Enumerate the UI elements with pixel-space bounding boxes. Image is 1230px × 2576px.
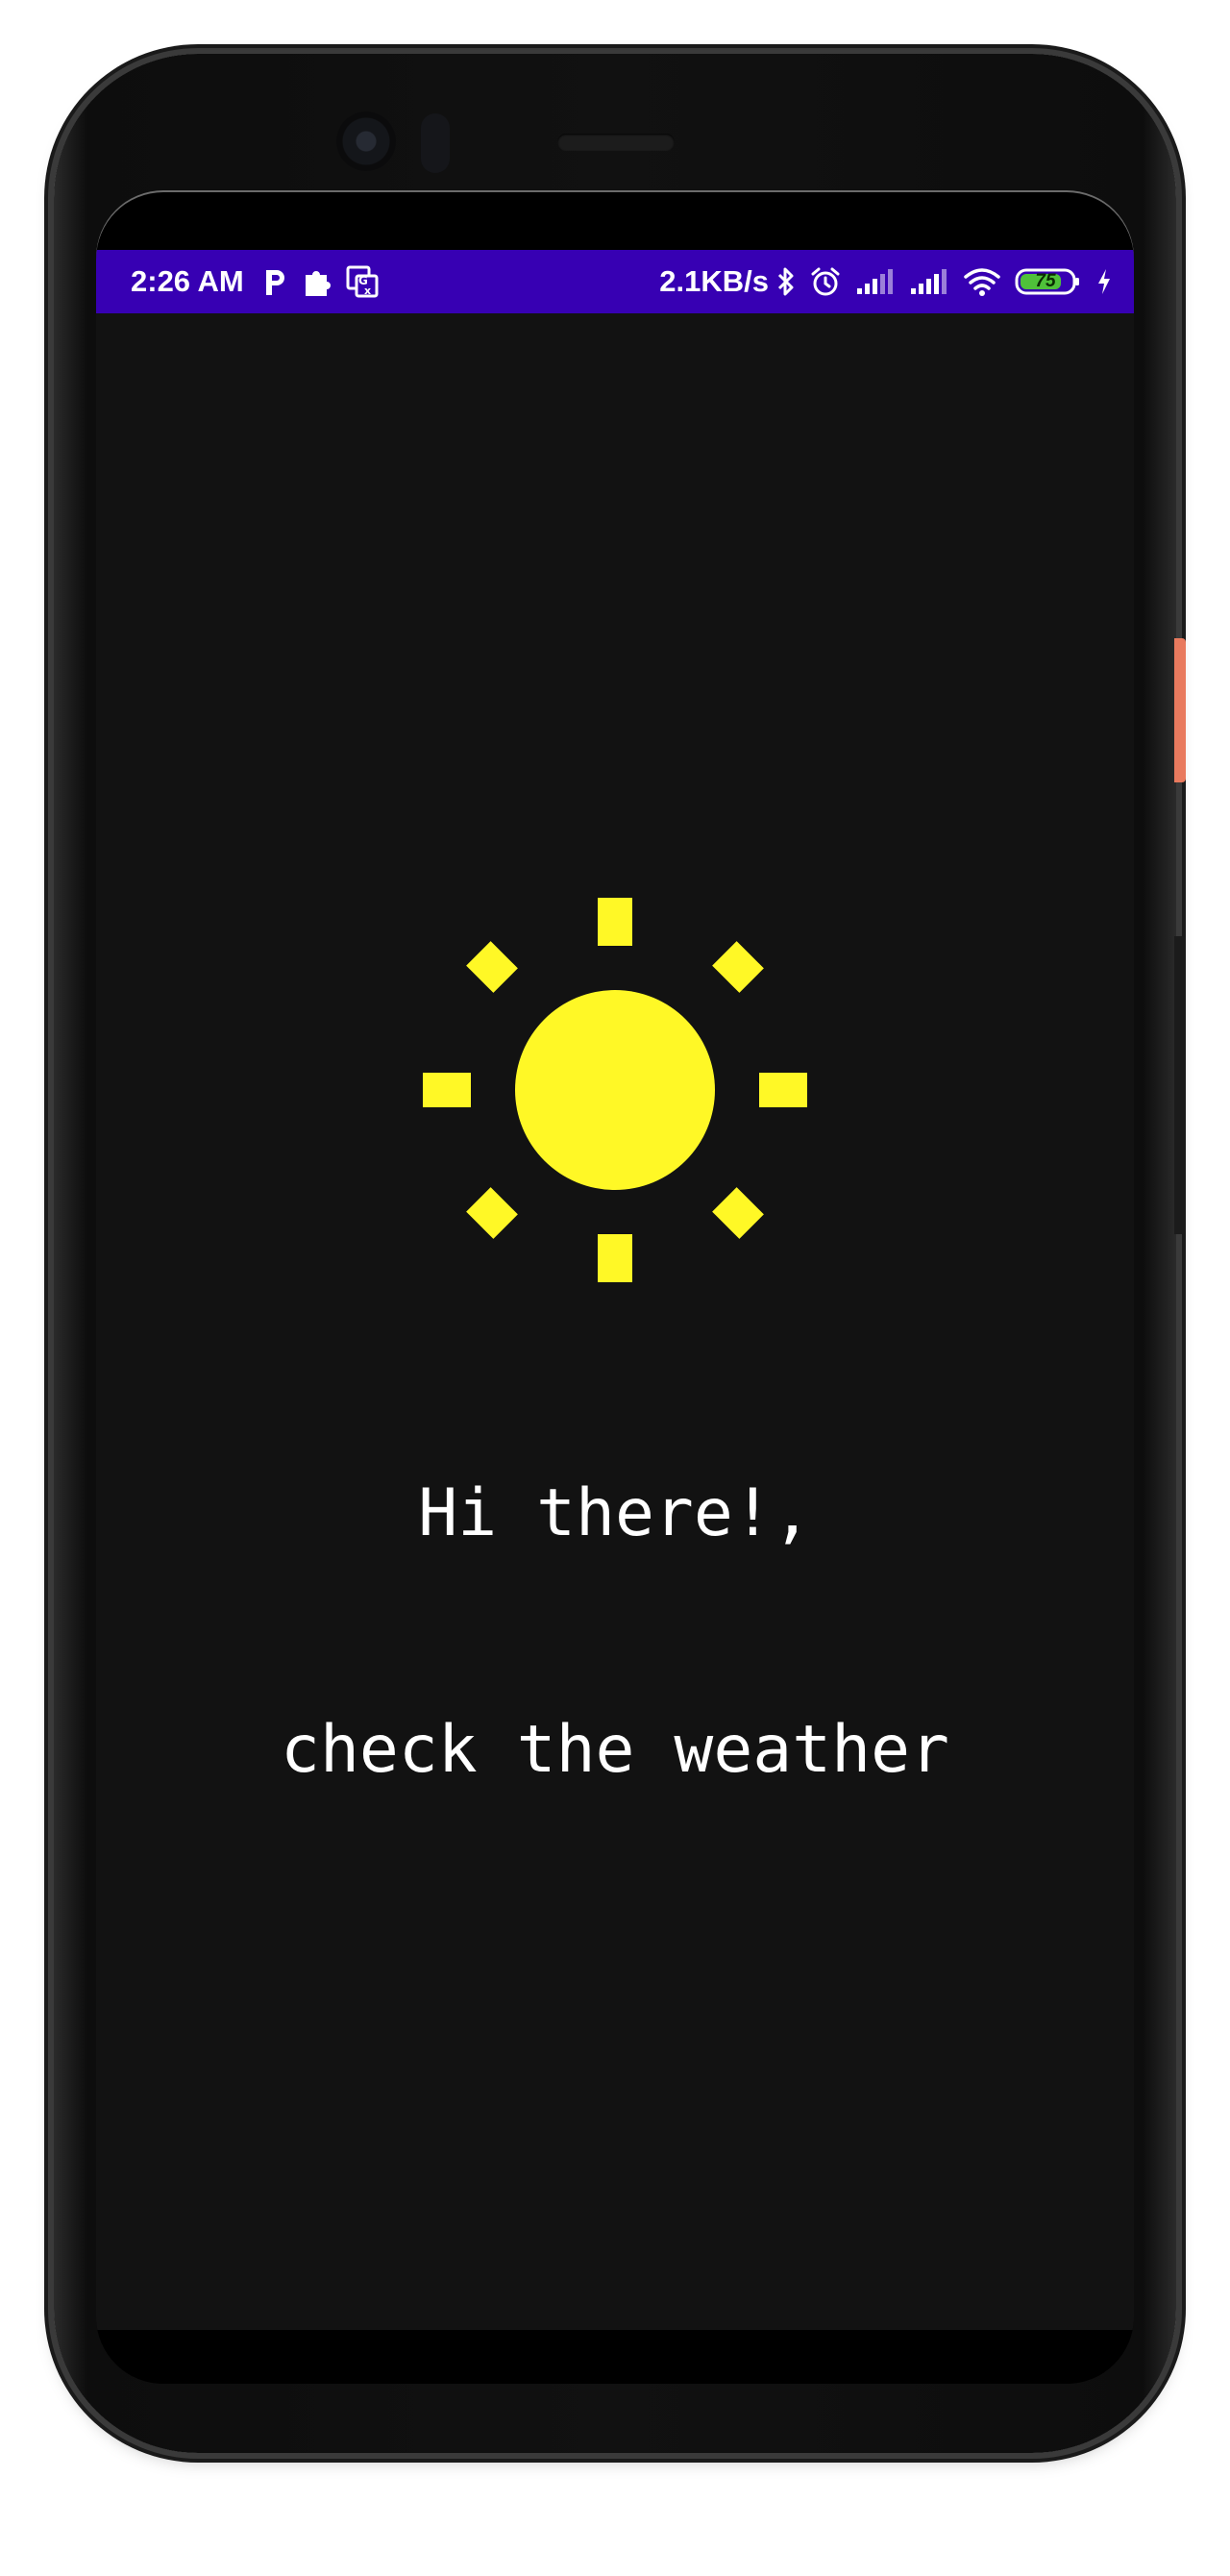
navigation-bar-area <box>96 2330 1134 2384</box>
greeting-line-1: Hi there!, <box>418 1475 812 1551</box>
phone-screen: 2:26 AM G x 2.1KB/s 75 Hi there!, check … <box>96 192 1134 2384</box>
earpiece-speaker <box>557 134 675 151</box>
network-speed: 2.1KB/s <box>659 264 769 298</box>
puzzle-icon <box>302 265 332 298</box>
alarm-icon <box>809 265 842 298</box>
status-bar: 2:26 AM G x 2.1KB/s 75 <box>96 250 1134 313</box>
greeting-text: Hi there!, check the weather <box>96 1317 1134 1947</box>
charging-icon <box>1095 267 1113 296</box>
signal-icon <box>855 267 896 296</box>
battery-level: 75 <box>1035 271 1056 291</box>
power-button <box>1174 638 1186 782</box>
status-bar-right: 2.1KB/s 75 <box>659 264 1113 299</box>
device-frame-stage: 2:26 AM G x 2.1KB/s 75 Hi there!, check … <box>0 0 1230 2576</box>
bluetooth-icon <box>776 266 796 297</box>
greeting-line-2: check the weather <box>281 1712 949 1788</box>
svg-text:x: x <box>364 285 371 297</box>
translate-icon: G x <box>346 265 379 298</box>
proximity-sensor-icon <box>421 113 450 173</box>
status-time: 2:26 AM <box>131 264 244 298</box>
battery-icon: 75 <box>1015 267 1082 296</box>
status-bar-left: 2:26 AM G x <box>131 264 392 299</box>
wifi-icon <box>963 266 1001 297</box>
sun-icon <box>423 898 807 1282</box>
splash-screen: Hi there!, check the weather <box>96 313 1134 2330</box>
p-notification-icon <box>263 266 288 297</box>
front-camera-icon <box>336 111 396 171</box>
volume-button <box>1174 936 1186 1234</box>
signal-icon <box>909 267 949 296</box>
